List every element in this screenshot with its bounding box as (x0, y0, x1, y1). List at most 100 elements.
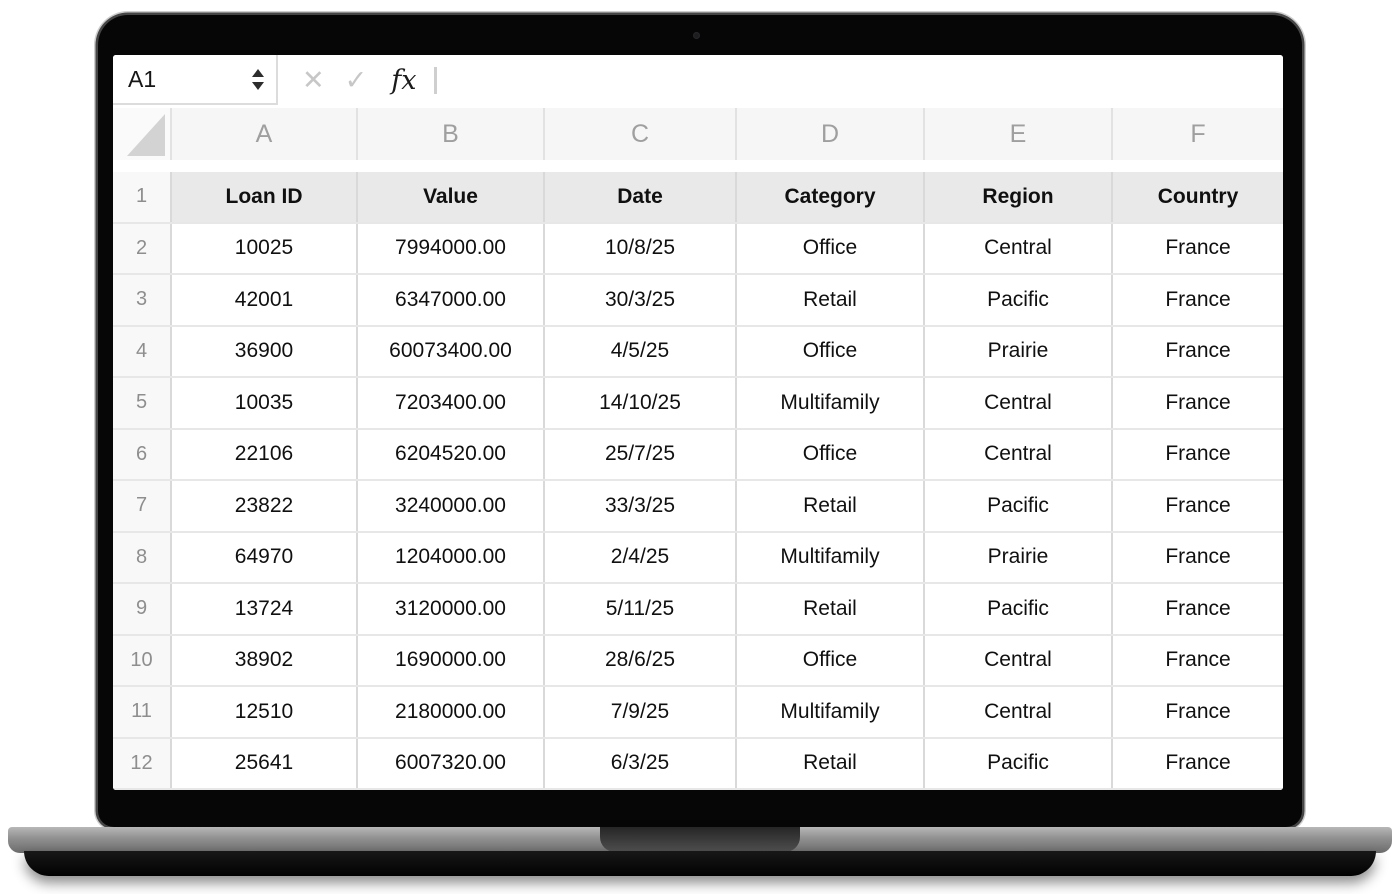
cell-C2[interactable]: 10/8/25 (545, 224, 737, 274)
name-box-stepper[interactable] (252, 55, 264, 103)
cell-A10[interactable]: 38902 (172, 636, 358, 686)
cell-F12[interactable]: France (1113, 739, 1283, 789)
webcam-icon (693, 32, 700, 39)
formula-bar: A1 ✕ ✓ fx (113, 55, 1283, 105)
cell-E9[interactable]: Pacific (925, 584, 1113, 634)
select-all-corner[interactable] (113, 108, 172, 160)
cell-C10[interactable]: 28/6/25 (545, 636, 737, 686)
stepper-down-icon[interactable] (252, 82, 264, 90)
formula-input[interactable] (437, 55, 1283, 105)
cell-C7[interactable]: 33/3/25 (545, 481, 737, 531)
cell-F11[interactable]: France (1113, 687, 1283, 737)
cell-F3[interactable]: France (1113, 275, 1283, 325)
cell-C4[interactable]: 4/5/25 (545, 327, 737, 377)
column-header-B[interactable]: B (358, 108, 545, 160)
cell-E12[interactable]: Pacific (925, 739, 1113, 789)
cell-C8[interactable]: 2/4/25 (545, 533, 737, 583)
cell-E8[interactable]: Prairie (925, 533, 1113, 583)
cell-C1[interactable]: Date (545, 172, 737, 222)
cell-E1[interactable]: Region (925, 172, 1113, 222)
row-number-11[interactable]: 11 (113, 687, 172, 737)
cell-D12[interactable]: Retail (737, 739, 925, 789)
cancel-icon[interactable]: ✕ (302, 67, 325, 94)
cell-D10[interactable]: Office (737, 636, 925, 686)
cell-F7[interactable]: France (1113, 481, 1283, 531)
cell-F9[interactable]: France (1113, 584, 1283, 634)
cell-E2[interactable]: Central (925, 224, 1113, 274)
column-header-F[interactable]: F (1113, 108, 1283, 160)
cell-E7[interactable]: Pacific (925, 481, 1113, 531)
cell-E11[interactable]: Central (925, 687, 1113, 737)
cell-A9[interactable]: 13724 (172, 584, 358, 634)
column-header-E[interactable]: E (925, 108, 1113, 160)
cell-E10[interactable]: Central (925, 636, 1113, 686)
cell-B8[interactable]: 1204000.00 (358, 533, 545, 583)
cell-A7[interactable]: 23822 (172, 481, 358, 531)
cell-A12[interactable]: 25641 (172, 739, 358, 789)
row-number-6[interactable]: 6 (113, 430, 172, 480)
cell-B10[interactable]: 1690000.00 (358, 636, 545, 686)
cell-D7[interactable]: Retail (737, 481, 925, 531)
cell-F1[interactable]: Country (1113, 172, 1283, 222)
confirm-icon[interactable]: ✓ (345, 67, 368, 94)
cell-B12[interactable]: 6007320.00 (358, 739, 545, 789)
column-header-A[interactable]: A (172, 108, 358, 160)
row-number-10[interactable]: 10 (113, 636, 172, 686)
row-number-2[interactable]: 2 (113, 224, 172, 274)
cell-B5[interactable]: 7203400.00 (358, 378, 545, 428)
row-number-7[interactable]: 7 (113, 481, 172, 531)
cell-D4[interactable]: Office (737, 327, 925, 377)
cell-F5[interactable]: France (1113, 378, 1283, 428)
row-number-12[interactable]: 12 (113, 739, 172, 789)
cell-A4[interactable]: 36900 (172, 327, 358, 377)
cell-D6[interactable]: Office (737, 430, 925, 480)
cell-C11[interactable]: 7/9/25 (545, 687, 737, 737)
cell-B9[interactable]: 3120000.00 (358, 584, 545, 634)
cell-B2[interactable]: 7994000.00 (358, 224, 545, 274)
row-number-3[interactable]: 3 (113, 275, 172, 325)
stepper-up-icon[interactable] (252, 69, 264, 77)
cell-E4[interactable]: Prairie (925, 327, 1113, 377)
cell-D5[interactable]: Multifamily (737, 378, 925, 428)
cell-D1[interactable]: Category (737, 172, 925, 222)
cell-F2[interactable]: France (1113, 224, 1283, 274)
cell-B4[interactable]: 60073400.00 (358, 327, 545, 377)
cell-D11[interactable]: Multifamily (737, 687, 925, 737)
column-header-C[interactable]: C (545, 108, 737, 160)
cell-B1[interactable]: Value (358, 172, 545, 222)
cell-D8[interactable]: Multifamily (737, 533, 925, 583)
cell-D2[interactable]: Office (737, 224, 925, 274)
cell-A3[interactable]: 42001 (172, 275, 358, 325)
cell-A8[interactable]: 64970 (172, 533, 358, 583)
row-number-5[interactable]: 5 (113, 378, 172, 428)
column-header-D[interactable]: D (737, 108, 925, 160)
cell-B11[interactable]: 2180000.00 (358, 687, 545, 737)
cell-E5[interactable]: Central (925, 378, 1113, 428)
cell-E3[interactable]: Pacific (925, 275, 1113, 325)
cell-C3[interactable]: 30/3/25 (545, 275, 737, 325)
row-number-4[interactable]: 4 (113, 327, 172, 377)
cell-F6[interactable]: France (1113, 430, 1283, 480)
cell-C6[interactable]: 25/7/25 (545, 430, 737, 480)
cell-B3[interactable]: 6347000.00 (358, 275, 545, 325)
cell-F10[interactable]: France (1113, 636, 1283, 686)
cell-A1[interactable]: Loan ID (172, 172, 358, 222)
cell-F8[interactable]: France (1113, 533, 1283, 583)
cell-E6[interactable]: Central (925, 430, 1113, 480)
cell-C5[interactable]: 14/10/25 (545, 378, 737, 428)
cell-C12[interactable]: 6/3/25 (545, 739, 737, 789)
cell-C9[interactable]: 5/11/25 (545, 584, 737, 634)
cell-A2[interactable]: 10025 (172, 224, 358, 274)
row-number-1[interactable]: 1 (113, 172, 172, 222)
cell-A5[interactable]: 10035 (172, 378, 358, 428)
row-number-8[interactable]: 8 (113, 533, 172, 583)
cell-A11[interactable]: 12510 (172, 687, 358, 737)
cell-B6[interactable]: 6204520.00 (358, 430, 545, 480)
cell-D3[interactable]: Retail (737, 275, 925, 325)
cell-name-box[interactable]: A1 (113, 55, 278, 105)
cell-A6[interactable]: 22106 (172, 430, 358, 480)
cell-F4[interactable]: France (1113, 327, 1283, 377)
row-number-9[interactable]: 9 (113, 584, 172, 634)
cell-B7[interactable]: 3240000.00 (358, 481, 545, 531)
cell-D9[interactable]: Retail (737, 584, 925, 634)
